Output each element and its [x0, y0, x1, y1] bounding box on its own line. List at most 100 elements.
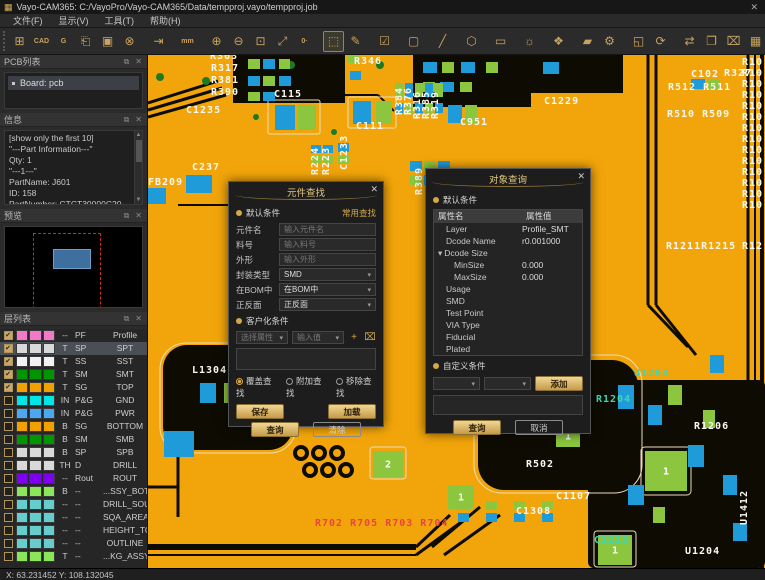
float-panel-icon[interactable]: ⧉ [123, 115, 131, 125]
dialog-titlebar[interactable]: 对象查询 ✕ [426, 169, 590, 189]
tool-export-button[interactable]: ⇥ [148, 31, 169, 52]
layer-visibility-checkbox[interactable] [4, 539, 13, 548]
tool-close-job-button[interactable]: ⊗ [119, 31, 140, 52]
delete-condition-icon[interactable]: ⌧ [364, 332, 376, 343]
attribute-row-Dcode-Name[interactable]: Dcode Namer0.001000 [434, 235, 582, 247]
layer-visibility-checkbox[interactable] [4, 422, 13, 431]
common-find-link[interactable]: 常用查找 [342, 207, 376, 219]
tool-measure-button[interactable]: mm [177, 31, 198, 52]
custom-condition-list[interactable] [433, 395, 583, 415]
tool-draw-measure-button[interactable]: ✎ [345, 31, 366, 52]
layer-row-SPB[interactable]: BSPSPB [0, 446, 147, 459]
layer-row-Profile[interactable]: ✔--PFProfile [0, 329, 147, 342]
layer-visibility-checkbox[interactable] [4, 396, 13, 405]
tool-draw-polygon-button[interactable]: ⬡ [461, 31, 482, 52]
custom-attribute-select[interactable]: 选择属性▾ [236, 331, 288, 344]
layer-row-GND[interactable]: INP&GGND [0, 394, 147, 407]
tool-area-search-button[interactable]: ◱ [628, 31, 649, 52]
layer-visibility-checkbox[interactable] [4, 474, 13, 483]
find-mode-radio-1[interactable]: 附加查找 [286, 375, 326, 399]
menu-item-1[interactable]: 显示(V) [52, 13, 96, 28]
layer-row-BOTTOM[interactable]: BSGBOTTOM [0, 420, 147, 433]
close-panel-icon[interactable]: ✕ [134, 57, 143, 66]
tool-pan-view-button[interactable]: ⟳ [650, 31, 671, 52]
custom-value-input[interactable]: 输入值▾ [292, 331, 344, 344]
layer-row-SST[interactable]: ✔TSSSST [0, 355, 147, 368]
close-icon[interactable]: ✕ [370, 184, 378, 195]
layer-row-SMT[interactable]: ✔TSMSMT [0, 368, 147, 381]
add-button[interactable]: 添加 [535, 376, 583, 391]
tool-rounded-rect-button[interactable]: ▭ [490, 31, 511, 52]
tool-new-button[interactable]: ⊞ [9, 31, 30, 52]
layer-visibility-checkbox[interactable] [4, 461, 13, 470]
save-button[interactable]: 保存 [236, 404, 284, 419]
expander-icon[interactable]: ▾ [438, 248, 442, 258]
layer-visibility-checkbox[interactable]: ✔ [4, 370, 13, 379]
cancel-button[interactable]: 取消 [515, 420, 563, 435]
tool-fill-rect-button[interactable]: ▰ [577, 31, 598, 52]
tool-select-rect-button[interactable]: ⬚ [323, 31, 344, 52]
tool-copy-button[interactable]: ❐ [701, 31, 722, 52]
tool-swap-layer-button[interactable]: ⇄ [679, 31, 700, 52]
tool-zoom-in-button[interactable]: ⊕ [206, 31, 227, 52]
tool-select-filter-button[interactable]: ☑ [374, 31, 395, 52]
layer-row-DRILL[interactable]: THDDRILL [0, 459, 147, 472]
find-2-input[interactable]: 输入外形 [279, 253, 376, 266]
close-panel-icon[interactable]: ✕ [134, 314, 143, 323]
load-button[interactable]: 加载 [328, 404, 376, 419]
tool-zoom-out-button[interactable]: ⊖ [228, 31, 249, 52]
layer-row-PWR[interactable]: INP&GPWR [0, 407, 147, 420]
tool-rect-settings-button[interactable]: ⚙ [599, 31, 620, 52]
dialog-titlebar[interactable]: 元件查找 ✕ [229, 182, 383, 202]
menu-item-3[interactable]: 帮助(H) [143, 13, 188, 28]
find-0-input[interactable]: 输入元件名 [279, 223, 376, 236]
layer-visibility-checkbox[interactable]: ✔ [4, 344, 13, 353]
tool-save-button[interactable]: ▣ [97, 31, 118, 52]
tool-zoom-window-button[interactable]: ⊡ [250, 31, 271, 52]
find-mode-radio-2[interactable]: 移除查找 [336, 375, 376, 399]
layer-row-ROUT[interactable]: --RoutROUT [0, 472, 147, 485]
find-1-input[interactable]: 输入料号 [279, 238, 376, 251]
layer-row-SPT[interactable]: ✔TSPSPT [0, 342, 147, 355]
layer-visibility-checkbox[interactable] [4, 487, 13, 496]
layer-visibility-checkbox[interactable] [4, 513, 13, 522]
tool-origin-button[interactable]: 0· [294, 31, 315, 52]
layer-row-DRILL-SOUR[interactable]: ----DRILL_SOUR [0, 498, 147, 511]
attribute-row-Usage[interactable]: Usage [434, 283, 582, 295]
pcb-board-item[interactable]: Board: pcb [8, 76, 139, 90]
find-5-select[interactable]: 正反面▾ [279, 298, 376, 311]
query-button[interactable]: 查询 [251, 422, 299, 437]
tool-fit-view-button[interactable]: ⤢ [272, 31, 293, 52]
attribute-row-Plated[interactable]: Plated [434, 343, 582, 355]
tool-draw-rect-button[interactable]: ▢ [403, 31, 424, 52]
scroll-down-icon[interactable]: ▼ [136, 196, 142, 204]
window-close-icon[interactable]: ✕ [747, 2, 761, 13]
layer-row-HEIGHT-TOP[interactable]: ----HEIGHT_TOP [0, 524, 147, 537]
attribute-row-Test-Point[interactable]: Test Point [434, 307, 582, 319]
tool-grid-button[interactable]: ▦ [745, 31, 765, 52]
add-condition-icon[interactable]: + [348, 332, 360, 343]
layer-visibility-checkbox[interactable] [4, 552, 13, 561]
attribute-row-MaxSize[interactable]: MaxSize0.000 [434, 271, 582, 283]
find-3-select[interactable]: SMD▾ [279, 268, 376, 281]
layer-visibility-checkbox[interactable]: ✔ [4, 331, 13, 340]
tool-draw-line-button[interactable]: ╱ [432, 31, 453, 52]
layer-row-SQA-AREAS[interactable]: ----SQA_AREAS [0, 511, 147, 524]
layer-visibility-checkbox[interactable]: ✔ [4, 383, 13, 392]
query-custom-select-0[interactable]: ▾ [433, 377, 480, 390]
scroll-up-icon[interactable]: ▲ [136, 131, 142, 139]
layer-row--KG-ASSY-TOP[interactable]: T--...KG_ASSY_TOP [0, 550, 147, 563]
layer-row-SMB[interactable]: BSMSMB [0, 433, 147, 446]
attribute-row-VIA-Type[interactable]: VIA Type [434, 319, 582, 331]
close-panel-icon[interactable]: ✕ [134, 211, 143, 220]
tool-gerber-import-button[interactable]: G [53, 31, 74, 52]
layer-row-OUTLINE[interactable]: ----OUTLINE [0, 537, 147, 550]
attribute-row-Layer[interactable]: LayerProfile_SMT [434, 223, 582, 235]
preview-viewport[interactable] [53, 249, 91, 269]
tool-tag-button[interactable]: ❖ [548, 31, 569, 52]
layer-visibility-checkbox[interactable] [4, 448, 13, 457]
pcb-canvas[interactable]: 21111 R363R317R381R390C1235C115C111R346C… [148, 55, 765, 568]
find-4-select[interactable]: 在BOM中▾ [279, 283, 376, 296]
close-icon[interactable]: ✕ [577, 171, 585, 182]
toolbar-grip[interactable] [3, 31, 5, 51]
